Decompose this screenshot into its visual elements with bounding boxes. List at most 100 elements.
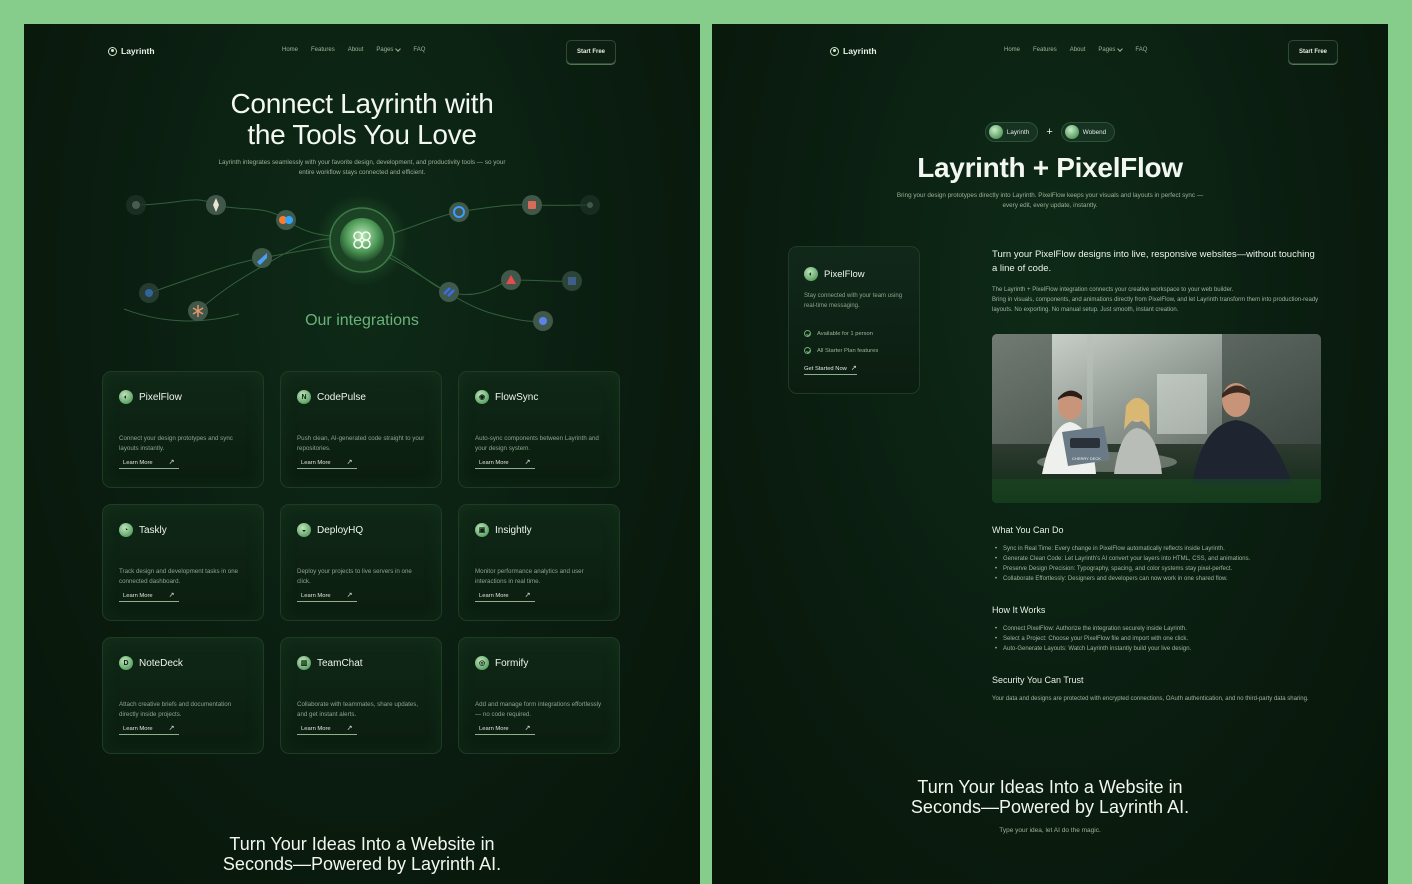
- check-circle-icon: [804, 330, 811, 337]
- card-title: PixelFlow: [824, 268, 865, 280]
- page-title: Layrinth + PixelFlow: [917, 152, 1183, 183]
- section-heading: Security You Can Trust: [992, 675, 1084, 685]
- nav-link-home[interactable]: Home: [1004, 47, 1020, 53]
- pill-label: Wobend: [1082, 128, 1107, 136]
- steps-list: Connect PixelFlow: Authorize the integra…: [992, 624, 1322, 654]
- page-title-line1: Connect Layrinth with: [230, 88, 494, 119]
- integration-pills: Layrinth + Wobend: [712, 122, 1388, 142]
- section-heading: What You Can Do: [992, 525, 1064, 535]
- brand-logo[interactable]: Layrinth: [108, 46, 155, 56]
- arrow-up-right-icon: ↗: [524, 459, 531, 466]
- learn-more-link[interactable]: Learn More ↗: [297, 592, 357, 602]
- chevron-down-icon: [395, 46, 402, 52]
- cta-line2: Seconds—Powered by Layrinth AI.: [910, 797, 1190, 817]
- puzzle-icon: [562, 271, 582, 291]
- feature-item: Available for 1 person: [804, 330, 873, 337]
- brand-name: Layrinth: [843, 46, 877, 56]
- learn-more-link[interactable]: Learn More ↗: [119, 459, 179, 469]
- deployhq-icon: ◒: [297, 523, 311, 537]
- arrow-up-right-icon: ↗: [346, 725, 353, 732]
- integration-card-teamchat[interactable]: ▥ TeamChat Collaborate with teammates, sh…: [280, 637, 442, 754]
- arrow-up-right-icon: ↗: [168, 725, 175, 732]
- get-started-label: Get Started Now: [804, 366, 847, 372]
- card-description: Track design and development tasks in on…: [119, 568, 239, 585]
- nav-links: Home Features About Pages FAQ: [282, 46, 425, 53]
- top-nav: Layrinth Home Features About Pages FAQ S…: [24, 38, 700, 64]
- page-subtitle: Bring your design prototypes directly in…: [896, 192, 1204, 209]
- arrow-up-right-icon: ↗: [850, 365, 857, 372]
- brand-name: Layrinth: [121, 46, 155, 56]
- pixelflow-icon: ◐: [804, 267, 818, 281]
- learn-more-label: Learn More: [479, 593, 509, 599]
- nav-link-about[interactable]: About: [1070, 47, 1086, 53]
- link-icon: [439, 282, 459, 302]
- learn-more-link[interactable]: Learn More ↗: [119, 725, 179, 735]
- learn-more-link[interactable]: Learn More ↗: [475, 592, 535, 602]
- learn-more-label: Learn More: [301, 593, 331, 599]
- card-description: Deploy your projects to live servers in …: [297, 568, 412, 585]
- nav-link-pages[interactable]: Pages: [376, 46, 402, 53]
- card-title: DeployHQ: [317, 524, 364, 536]
- nav-link-about[interactable]: About: [348, 47, 364, 53]
- start-free-button[interactable]: Start Free: [566, 40, 616, 64]
- learn-more-label: Learn More: [479, 726, 509, 732]
- card-description: Push clean, AI-generated code straight t…: [297, 435, 425, 452]
- nav-link-features[interactable]: Features: [311, 47, 335, 53]
- integration-card-deployhq[interactable]: ◒ DeployHQ Deploy your projects to live s…: [280, 504, 442, 621]
- card-title: FlowSync: [495, 391, 539, 403]
- card-title: Insightly: [495, 524, 532, 536]
- learn-more-link[interactable]: Learn More ↗: [297, 459, 357, 469]
- intro-paragraph: The Layrinth + PixelFlow integration con…: [992, 287, 1234, 293]
- start-free-button[interactable]: Start Free: [1288, 40, 1338, 64]
- integration-card-formify[interactable]: ◎ Formify Add and manage form integration…: [458, 637, 620, 754]
- integration-card-notedeck[interactable]: D NoteDeck Attach creative briefs and doc…: [102, 637, 264, 754]
- cta-line2: Seconds—Powered by Layrinth AI.: [222, 854, 502, 874]
- arrow-up-right-icon: ↗: [524, 725, 531, 732]
- learn-more-link[interactable]: Learn More ↗: [475, 459, 535, 469]
- cta-subtitle: Type your idea, let AI do the magic.: [999, 827, 1101, 834]
- security-section: Security You Can Trust Your data and des…: [992, 675, 1322, 704]
- teamchat-icon: ▥: [297, 656, 311, 670]
- integration-detail-page: Layrinth Home Features About Pages FAQ S…: [712, 24, 1388, 884]
- learn-more-label: Learn More: [123, 726, 153, 732]
- integration-card-flowsync[interactable]: ◉ FlowSync Auto-sync components between L…: [458, 371, 620, 488]
- integration-card-codepulse[interactable]: N CodePulse Push clean, AI-generated code…: [280, 371, 442, 488]
- integrations-page: Layrinth Home Features About Pages FAQ S…: [24, 24, 700, 884]
- learn-more-label: Learn More: [479, 460, 509, 466]
- layrinth-icon: [988, 125, 1003, 139]
- page-title-line2: the Tools You Love: [247, 119, 477, 150]
- integration-card-insightly[interactable]: ▣ Insightly Monitor performance analytics…: [458, 504, 620, 621]
- card-title: Taskly: [139, 524, 167, 536]
- check-circle-icon: [804, 347, 811, 354]
- integration-card-pixelflow[interactable]: ◐ PixelFlow Connect your design prototype…: [102, 371, 264, 488]
- target-icon: [449, 202, 469, 222]
- chevron-down-icon: [1117, 46, 1124, 52]
- wobend-pill: Wobend: [1060, 122, 1116, 142]
- box-icon: [522, 195, 542, 215]
- card-title: PixelFlow: [139, 391, 182, 403]
- insightly-icon: ▣: [475, 523, 489, 537]
- intro-section: Turn your PixelFlow designs into live, r…: [992, 248, 1322, 315]
- brand-logo[interactable]: Layrinth: [830, 46, 877, 56]
- nav-link-pages[interactable]: Pages: [1098, 46, 1124, 53]
- card-title: Formify: [495, 657, 529, 669]
- nav-link-home[interactable]: Home: [282, 47, 298, 53]
- learn-more-label: Learn More: [123, 460, 153, 466]
- learn-more-link[interactable]: Learn More ↗: [475, 725, 535, 735]
- integration-card-taskly[interactable]: ◔ Taskly Track design and development tas…: [102, 504, 264, 621]
- taskly-icon: ◔: [119, 523, 133, 537]
- pill-label: Layrinth: [1006, 128, 1030, 136]
- get-started-link[interactable]: Get Started Now ↗: [804, 365, 857, 375]
- nav-link-pages-label: Pages: [1098, 47, 1116, 53]
- layrinth-pill: Layrinth: [984, 122, 1039, 142]
- list-item: Generate Clean Code: Let Layrinth's AI c…: [992, 554, 1322, 564]
- nav-link-features[interactable]: Features: [1033, 47, 1057, 53]
- nav-link-faq[interactable]: FAQ: [1135, 47, 1147, 53]
- learn-more-link[interactable]: Learn More ↗: [119, 592, 179, 602]
- nav-link-faq[interactable]: FAQ: [413, 47, 425, 53]
- learn-more-link[interactable]: Learn More ↗: [297, 725, 357, 735]
- flowsync-icon: ◉: [475, 390, 489, 404]
- card-description: Collaborate with teammates, share update…: [297, 701, 419, 718]
- how-it-works-section: How It Works Connect PixelFlow: Authoriz…: [992, 605, 1322, 654]
- integrations-heading: Our integrations: [305, 312, 419, 329]
